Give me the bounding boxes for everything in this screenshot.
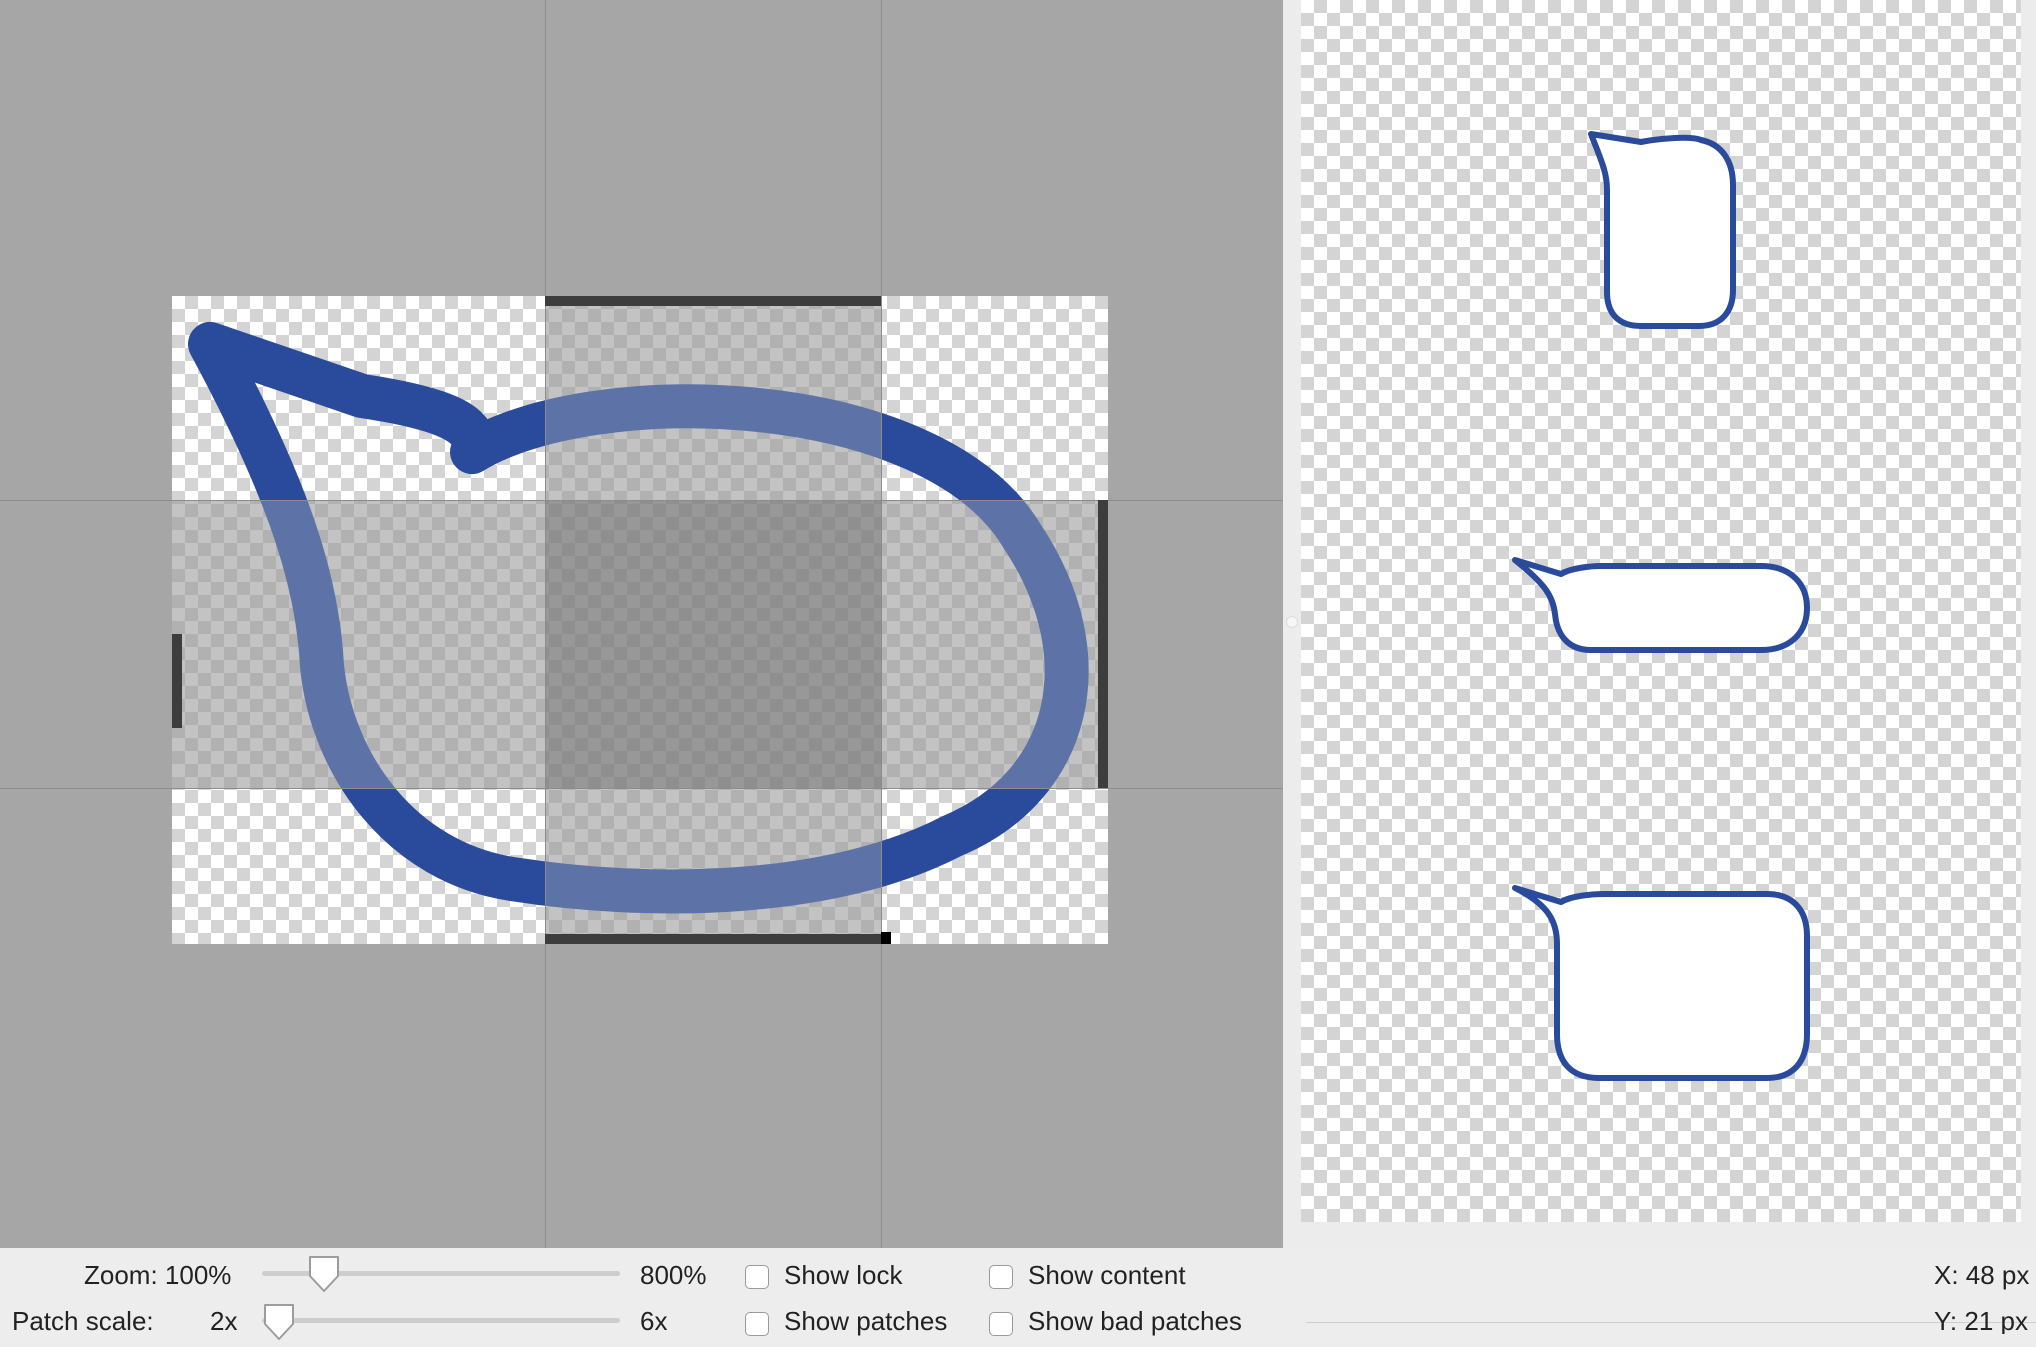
stretch-overlay-bottom bbox=[545, 788, 881, 944]
preview-horizontal-scrollbar[interactable] bbox=[1301, 1222, 2036, 1248]
patch-marker-right[interactable] bbox=[1098, 500, 1108, 788]
preview-bubble-large bbox=[1512, 885, 1810, 1081]
stretch-overlay-right bbox=[881, 500, 1108, 788]
patch-marker-left[interactable] bbox=[172, 634, 182, 728]
show-lock-checkbox[interactable] bbox=[745, 1265, 769, 1289]
show-bad-patches-label[interactable]: Show bad patches bbox=[1028, 1306, 1242, 1336]
stretch-overlay-left bbox=[172, 500, 545, 788]
patch-scale-slider[interactable] bbox=[262, 1318, 620, 1323]
zoom-label: Zoom: 100% bbox=[84, 1260, 232, 1290]
splitter-handle-icon[interactable] bbox=[1286, 616, 1298, 628]
show-patches-checkbox[interactable] bbox=[745, 1312, 769, 1336]
nine-patch-image[interactable] bbox=[172, 296, 1108, 944]
guide-vertical-right[interactable] bbox=[881, 0, 882, 1248]
patch-marker-top[interactable] bbox=[545, 296, 881, 306]
preview-bubble-tall bbox=[1588, 131, 1736, 329]
show-patches-label[interactable]: Show patches bbox=[784, 1306, 947, 1336]
preview-pane bbox=[1301, 0, 2021, 1222]
show-bad-patches-checkbox[interactable] bbox=[989, 1312, 1013, 1336]
y-coordinate-readout: Y: 21 px bbox=[1934, 1306, 2028, 1334]
patch-marker-bottom-end bbox=[881, 932, 891, 944]
patch-scale-min-label: 2x bbox=[210, 1306, 238, 1336]
bottom-toolbar: Zoom: 100% 800% Patch scale: 2x 6x Show … bbox=[0, 1248, 2036, 1342]
preview-vertical-scrollbar[interactable] bbox=[2021, 0, 2036, 1248]
slider-thumb-icon[interactable] bbox=[262, 1302, 296, 1342]
stretch-overlay-center bbox=[545, 500, 881, 788]
patch-scale-label: Patch scale: bbox=[12, 1306, 154, 1336]
guide-vertical-left[interactable] bbox=[545, 0, 546, 1248]
show-lock-label[interactable]: Show lock bbox=[784, 1260, 903, 1290]
coordinate-divider bbox=[1306, 1322, 2036, 1323]
x-coordinate-readout: X: 48 px bbox=[1934, 1260, 2030, 1290]
show-content-checkbox[interactable] bbox=[989, 1265, 1013, 1289]
slider-thumb-icon[interactable] bbox=[307, 1254, 341, 1294]
nine-patch-editor[interactable] bbox=[0, 0, 1283, 1248]
guide-horizontal-bottom[interactable] bbox=[0, 788, 1283, 789]
stretch-overlay-top bbox=[545, 296, 881, 500]
patch-marker-bottom[interactable] bbox=[545, 934, 881, 944]
preview-bubble-wide bbox=[1512, 557, 1810, 653]
guide-horizontal-top[interactable] bbox=[0, 500, 1283, 501]
zoom-max-label: 800% bbox=[640, 1260, 707, 1290]
patch-scale-max-label: 6x bbox=[640, 1306, 668, 1336]
show-content-label[interactable]: Show content bbox=[1028, 1260, 1186, 1290]
